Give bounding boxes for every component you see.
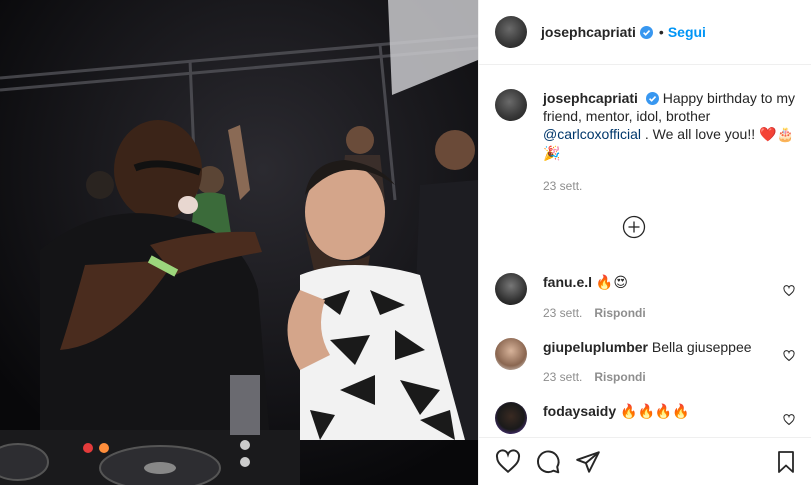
commenter-avatar[interactable] — [495, 402, 527, 434]
comment-text: 🔥🔥🔥🔥 — [620, 404, 690, 420]
comment-username[interactable]: fanu.e.l — [543, 274, 592, 290]
comment-text: 🔥😍 — [595, 275, 628, 291]
like-comment-icon[interactable] — [783, 414, 795, 426]
load-more-icon[interactable] — [622, 215, 646, 239]
bookmark-icon[interactable] — [774, 450, 798, 474]
comment-time[interactable]: 23 sett. — [543, 370, 582, 384]
follow-button[interactable]: Segui — [668, 24, 706, 40]
comments-section: josephcapriati Happy birthday to my frie… — [479, 65, 811, 437]
caption-username[interactable]: josephcapriati — [543, 90, 638, 106]
share-icon[interactable] — [575, 449, 601, 475]
separator-dot: • — [658, 24, 664, 40]
caption-mention-link[interactable]: @carlcoxofficial — [543, 126, 641, 142]
reply-button[interactable]: Rispondi — [594, 306, 645, 320]
post-header: josephcapriati • Segui — [479, 0, 811, 65]
comment-item: fanu.e.l 🔥😍 23 sett. Rispondi — [495, 273, 795, 322]
commenter-avatar[interactable] — [495, 273, 527, 305]
verified-icon — [645, 92, 659, 105]
comment-username[interactable]: giupeluplumber — [543, 339, 648, 355]
caption-text: josephcapriati Happy birthday to my frie… — [543, 89, 795, 163]
caption-author-avatar[interactable] — [495, 89, 527, 121]
post-photo[interactable] — [0, 0, 478, 485]
comment-meta: 23 sett. Rispondi — [543, 304, 795, 322]
like-comment-icon[interactable] — [783, 285, 795, 297]
commenter-avatar[interactable] — [495, 338, 527, 370]
reply-button[interactable]: Rispondi — [594, 370, 645, 384]
action-bar — [479, 437, 811, 485]
instagram-post: josephcapriati • Segui josephcapriati Ha… — [0, 0, 811, 485]
photo-illustration — [0, 0, 478, 485]
comment-time[interactable]: 23 sett. — [543, 306, 582, 320]
caption-timestamp[interactable]: 23 sett. — [543, 177, 795, 195]
verified-icon — [639, 25, 653, 39]
author-avatar[interactable] — [495, 16, 527, 48]
post-sidebar: josephcapriati • Segui josephcapriati Ha… — [478, 0, 811, 485]
comment-meta: 23 sett. Rispondi — [543, 368, 795, 386]
heart-icon[interactable] — [495, 448, 521, 475]
comment-item: giupeluplumber Bella giuseppee 23 sett. R… — [495, 338, 795, 386]
comment-text: Bella giuseppee — [651, 339, 752, 355]
comment-username[interactable]: fodaysaidy — [543, 403, 616, 419]
author-username[interactable]: josephcapriati — [541, 24, 636, 40]
caption: josephcapriati Happy birthday to my frie… — [495, 89, 795, 195]
comment-icon[interactable] — [535, 449, 561, 475]
comment-item: fodaysaidy 🔥🔥🔥🔥 — [495, 402, 795, 434]
like-comment-icon[interactable] — [783, 350, 795, 362]
caption-text-after: . We all love you!! — [644, 126, 756, 142]
